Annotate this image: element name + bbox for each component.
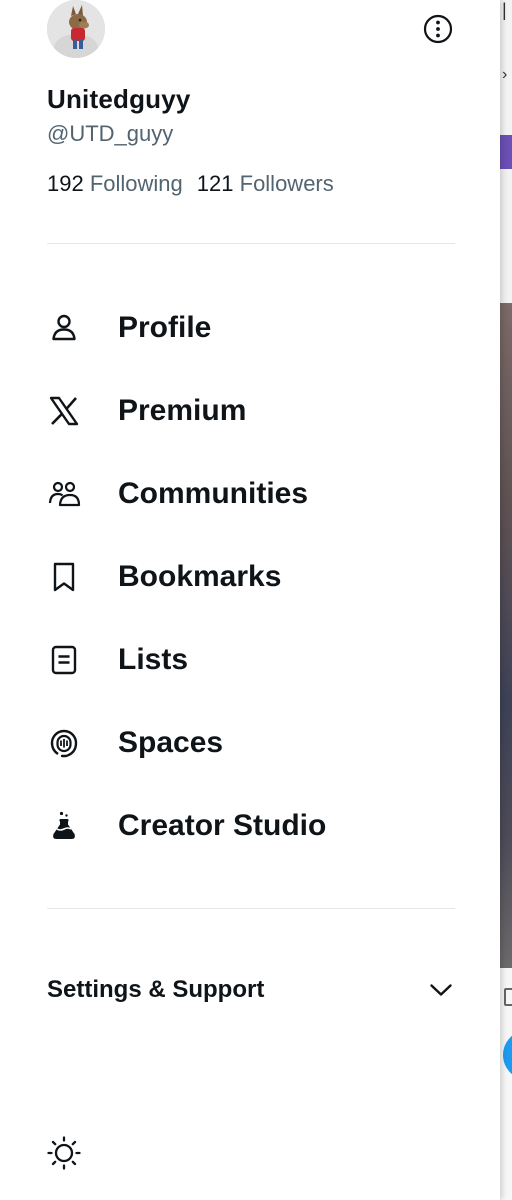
- avatar-image: [47, 0, 105, 58]
- x-logo-icon: [47, 394, 81, 428]
- nav-item-lists[interactable]: Lists: [47, 630, 467, 690]
- divider: [47, 243, 455, 244]
- nav-item-spaces[interactable]: Spaces: [47, 713, 467, 773]
- more-options-button[interactable]: [421, 12, 455, 46]
- followers-count: 121: [196, 171, 234, 196]
- following-label: Following: [89, 171, 183, 196]
- nav-item-profile[interactable]: Profile: [47, 298, 467, 358]
- nav-label: Profile: [118, 311, 212, 344]
- nav-label: Spaces: [118, 726, 224, 759]
- nav-label: Bookmarks: [118, 560, 282, 593]
- chevron-down-icon: [427, 976, 455, 1004]
- more-circle-icon: [423, 14, 453, 44]
- screen: | › Unitedguyy @UTD_guyy 192 Following 1…: [0, 0, 512, 1200]
- display-name[interactable]: Unitedguyy: [47, 84, 191, 115]
- nav-label: Premium: [118, 394, 247, 427]
- list-icon: [47, 643, 81, 677]
- bookmark-icon: [47, 560, 81, 594]
- sun-icon: [47, 1136, 81, 1170]
- following-count: 192: [47, 171, 84, 196]
- nav-label: Communities: [118, 477, 309, 510]
- creator-studio-icon: [47, 809, 81, 843]
- side-drawer: Unitedguyy @UTD_guyy 192 Following 121 F…: [0, 0, 500, 1200]
- nav-item-bookmarks[interactable]: Bookmarks: [47, 547, 467, 607]
- followers-link[interactable]: 121 Followers: [197, 171, 334, 197]
- communities-icon: [47, 477, 81, 511]
- avatar[interactable]: [47, 0, 105, 58]
- following-link[interactable]: 192 Following: [47, 171, 183, 197]
- divider: [47, 908, 455, 909]
- nav-label: Creator Studio: [118, 809, 327, 842]
- followers-label: Followers: [239, 171, 334, 196]
- spaces-icon: [47, 726, 81, 760]
- nav-label: Lists: [118, 643, 189, 676]
- person-icon: [47, 311, 81, 345]
- display-theme-button[interactable]: [45, 1134, 83, 1172]
- nav-item-creator-studio[interactable]: Creator Studio: [47, 796, 467, 856]
- background-app-edge: | ›: [500, 0, 512, 1200]
- settings-support-label: Settings & Support: [47, 976, 265, 1003]
- follow-stats: 192 Following 121 Followers: [47, 171, 334, 197]
- nav-item-premium[interactable]: Premium: [47, 381, 467, 441]
- user-handle[interactable]: @UTD_guyy: [47, 121, 173, 147]
- settings-support-toggle[interactable]: Settings & Support: [47, 968, 455, 1012]
- nav-item-communities[interactable]: Communities: [47, 464, 467, 524]
